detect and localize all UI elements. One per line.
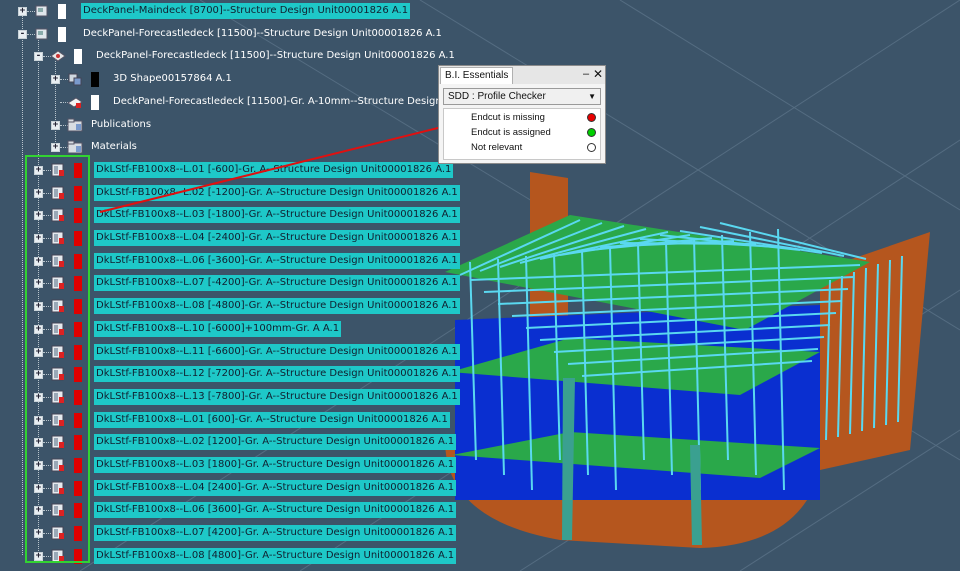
tree-item-label[interactable]: DkLStf-FB100x8--L.08 [4800]-Gr. A--Struc… [94, 548, 457, 564]
tree-item-label[interactable]: DkLStf-FB100x8--L.04 [2400]-Gr. A--Struc… [94, 480, 457, 496]
tree-row[interactable]: + DkLStf-FB100x8--L.03 [1800]-Gr. A--Stru… [0, 457, 960, 475]
status-dot-icon [587, 113, 596, 122]
tree-row[interactable]: + DkLStf-FB100x8--L.07 [4200]-Gr. A--Stru… [0, 525, 960, 543]
tree-item-label[interactable]: DkLStf-FB100x8--L.13 [-7800]-Gr. A--Stru… [94, 389, 460, 405]
legend-label: Endcut is missing [471, 112, 545, 123]
tree-item-label[interactable]: DkLStf-FB100x8--L.06 [-3600]-Gr. A--Stru… [94, 253, 460, 269]
legend-label: Not relevant [471, 142, 523, 153]
tree-expander-icon[interactable]: + [51, 143, 60, 152]
legend-item: Endcut is assigned [444, 126, 600, 140]
color-swatch [91, 72, 99, 87]
tree-row[interactable]: + DkLStf-FB100x8--L.10 [-6000]+100mm-Gr. … [0, 321, 960, 339]
tree-item-label[interactable]: 3D Shape00157864 A.1 [111, 71, 234, 87]
plate-icon [50, 48, 66, 64]
tree-row[interactable]: + DkLStf-FB100x8--L.08 [4800]-Gr. A--Stru… [0, 548, 960, 566]
tree-item-label[interactable]: DkLStf-FB100x8--L.06 [3600]-Gr. A--Struc… [94, 502, 457, 518]
tree-row[interactable]: + DkLStf-FB100x8--L.06 [-3600]-Gr. A--Str… [0, 253, 960, 271]
tree-row[interactable]: + DkLStf-FB100x8--L.03 [-1800]-Gr. A--Str… [0, 207, 960, 225]
tree-row[interactable]: + DkLStf-FB100x8--L.13 [-7800]-Gr. A--Str… [0, 389, 960, 407]
legend-label: Endcut is assigned [471, 127, 551, 138]
tree-item-label[interactable]: DkLStf-FB100x8--L.02 [-1200]-Gr. A--Stru… [94, 185, 460, 201]
tree-item-label[interactable]: DkLStf-FB100x8--L.01 [600]-Gr. A--Struct… [94, 412, 450, 428]
tree-row[interactable]: + DkLStf-FB100x8--L.02 [1200]-Gr. A--Stru… [0, 434, 960, 452]
tree-item-label[interactable]: DkLStf-FB100x8--L.03 [1800]-Gr. A--Struc… [94, 457, 457, 473]
tree-item-label[interactable]: DeckPanel-Forecastledeck [11500]--Struct… [81, 26, 444, 42]
tree-row[interactable]: + DkLStf-FB100x8--L.08 [-4800]-Gr. A--Str… [0, 298, 960, 316]
tree-item-label[interactable]: DkLStf-FB100x8--L.07 [-4200]-Gr. A--Stru… [94, 275, 460, 291]
color-swatch [74, 49, 82, 64]
tree-row[interactable]: + DkLStf-FB100x8--L.04 [2400]-Gr. A--Stru… [0, 480, 960, 498]
tree-row[interactable]: + DkLStf-FB100x8--L.11 [-6600]-Gr. A--Str… [0, 344, 960, 362]
tree-item-label[interactable]: Materials [89, 139, 139, 155]
tree-row[interactable]: - DeckPanel-Forecastledeck [11500]--Struc… [0, 26, 960, 44]
plate-red-icon [67, 94, 83, 110]
legend-item: Endcut is missing [444, 111, 600, 125]
color-swatch [58, 4, 66, 19]
tree-item-label[interactable]: DkLStf-FB100x8--L.10 [-6000]+100mm-Gr. A… [94, 321, 342, 337]
color-swatch [58, 27, 66, 42]
legend-list: Endcut is missing Endcut is assigned Not… [443, 108, 601, 160]
tree-item-label[interactable]: DkLStf-FB100x8--L.07 [4200]-Gr. A--Struc… [94, 525, 457, 541]
tree-item-label[interactable]: DkLStf-FB100x8--L.11 [-6600]-Gr. A--Stru… [94, 344, 460, 360]
tree-item-label[interactable]: DeckPanel-Forecastledeck [11500]--Struct… [94, 48, 457, 64]
tree-expander-icon[interactable]: - [34, 52, 43, 61]
tree-item-label[interactable]: DkLStf-FB100x8--L.02 [1200]-Gr. A--Struc… [94, 434, 457, 450]
dialog-title: B.I. Essentials [440, 67, 514, 84]
tree-row[interactable]: + DkLStf-FB100x8--L.07 [-4200]-Gr. A--Str… [0, 275, 960, 293]
tree-item-label[interactable]: Publications [89, 117, 153, 133]
close-button[interactable]: ✕ [592, 67, 604, 81]
stiffener-group-highlight-box [25, 155, 90, 563]
tree-item-label[interactable]: DkLStf-FB100x8--L.04 [-2400]-Gr. A--Stru… [94, 230, 460, 246]
dialog-titlebar[interactable]: B.I. Essentials – ✕ [439, 66, 605, 84]
tree-row[interactable]: - DeckPanel-Forecastledeck [11500]--Struc… [0, 48, 960, 66]
tree-row[interactable]: + DkLStf-FB100x8--L.04 [-2400]-Gr. A--Str… [0, 230, 960, 248]
tree-expander-icon[interactable]: + [51, 75, 60, 84]
tree-expander-icon[interactable]: - [18, 30, 27, 39]
checker-select[interactable]: SDD : Profile Checker ▼ [443, 88, 601, 105]
tree-row[interactable]: + DeckPanel-Maindeck [8700]--Structure De… [0, 3, 960, 21]
tree-expander-icon[interactable]: + [51, 121, 60, 130]
tree-item-label[interactable]: DkLStf-FB100x8--L.08 [-4800]-Gr. A--Stru… [94, 298, 460, 314]
folder-icon [67, 139, 83, 155]
minimize-button[interactable]: – [581, 67, 591, 81]
tree-row[interactable]: + DkLStf-FB100x8--L.06 [3600]-Gr. A--Stru… [0, 502, 960, 520]
tree-row[interactable]: + DkLStf-FB100x8--L.12 [-7200]-Gr. A--Str… [0, 366, 960, 384]
status-dot-icon [587, 143, 596, 152]
tree-row[interactable]: + DkLStf-FB100x8--L.01 [-600]-Gr. A--Stru… [0, 162, 960, 180]
tree-item-label[interactable]: DkLStf-FB100x8--L.01 [-600]-Gr. A--Struc… [94, 162, 454, 178]
panel-icon [34, 26, 50, 42]
status-dot-icon [587, 128, 596, 137]
color-swatch [91, 95, 99, 110]
tree-expander-icon[interactable]: + [18, 7, 27, 16]
bi-essentials-dialog[interactable]: B.I. Essentials – ✕ SDD : Profile Checke… [438, 65, 606, 164]
tree-item-label[interactable]: DeckPanel-Maindeck [8700]--Structure Des… [81, 3, 411, 19]
folder-icon [67, 117, 83, 133]
tree-row[interactable]: + DkLStf-FB100x8--L.02 [-1200]-Gr. A--Str… [0, 185, 960, 203]
tree-item-label[interactable]: DkLStf-FB100x8--L.03 [-1800]-Gr. A--Stru… [94, 207, 460, 223]
checker-select-value: SDD : Profile Checker [448, 91, 546, 102]
tree-item-label[interactable]: DkLStf-FB100x8--L.12 [-7200]-Gr. A--Stru… [94, 366, 460, 382]
panel-icon [34, 3, 50, 19]
shape-icon [67, 71, 83, 87]
chevron-down-icon: ▼ [588, 92, 596, 101]
tree-row[interactable]: + DkLStf-FB100x8--L.01 [600]-Gr. A--Struc… [0, 412, 960, 430]
legend-item: Not relevant [444, 141, 600, 155]
